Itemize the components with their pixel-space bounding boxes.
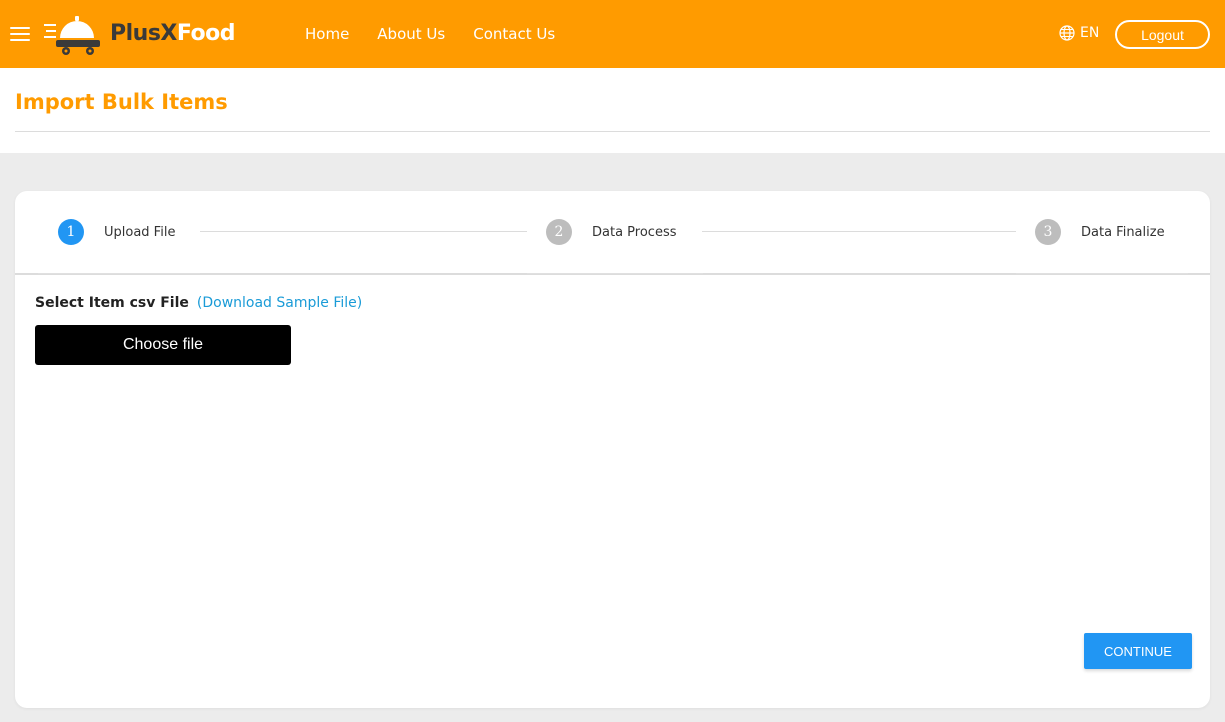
step-data-process[interactable]: 2 Data Process	[546, 218, 677, 246]
step-3-number: 3	[1035, 219, 1061, 245]
step-2-label: Data Process	[592, 224, 677, 240]
select-csv-label: Select Item csv File (Download Sample Fil…	[35, 295, 362, 311]
step-1-label: Upload File	[104, 224, 176, 240]
select-csv-label-text: Select Item csv File	[35, 295, 189, 311]
page-title: Import Bulk Items	[15, 90, 228, 114]
choose-file-button[interactable]: Choose file	[35, 325, 291, 365]
nav-contact-link[interactable]: Contact Us	[473, 25, 555, 43]
brand-part-plus: Plus	[110, 20, 161, 46]
step-1-underline	[38, 273, 200, 274]
continue-button[interactable]: CONTINUE	[1084, 633, 1192, 669]
globe-icon	[1059, 25, 1075, 41]
nav-home-link[interactable]: Home	[305, 25, 349, 43]
stepper: 1 Upload File 2 Data Process 3 Data Fina…	[15, 191, 1210, 275]
step-connector-1	[200, 231, 527, 232]
page-title-band: Import Bulk Items	[0, 68, 1225, 153]
step-1-number: 1	[58, 219, 84, 245]
step-data-finalize[interactable]: 3 Data Finalize	[1035, 218, 1165, 246]
title-divider	[15, 131, 1210, 132]
step-3-underline	[1016, 273, 1188, 274]
logout-button[interactable]: Logout	[1115, 20, 1210, 49]
import-card: 1 Upload File 2 Data Process 3 Data Fina…	[15, 191, 1210, 708]
hamburger-menu-icon[interactable]	[10, 26, 30, 42]
step-connector-2	[702, 231, 1016, 232]
language-selector[interactable]: EN	[1059, 24, 1099, 42]
download-sample-link[interactable]: (Download Sample File)	[197, 295, 362, 311]
brand-name: PlusXFood	[110, 20, 236, 46]
step-2-number: 2	[546, 219, 572, 245]
nav-about-link[interactable]: About Us	[377, 25, 445, 43]
brand-logo[interactable]: PlusXFood	[44, 10, 236, 56]
main-nav: Home About Us Contact Us	[305, 0, 583, 68]
step-2-underline	[527, 273, 703, 274]
brand-part-food: Food	[176, 20, 236, 46]
step-upload-file[interactable]: 1 Upload File	[58, 218, 175, 246]
language-label: EN	[1080, 25, 1100, 41]
top-navbar: PlusXFood Home About Us Contact Us EN Lo…	[0, 0, 1225, 68]
food-delivery-logo-icon	[44, 16, 100, 55]
step-3-label: Data Finalize	[1081, 224, 1165, 240]
brand-part-x: X	[160, 20, 177, 46]
